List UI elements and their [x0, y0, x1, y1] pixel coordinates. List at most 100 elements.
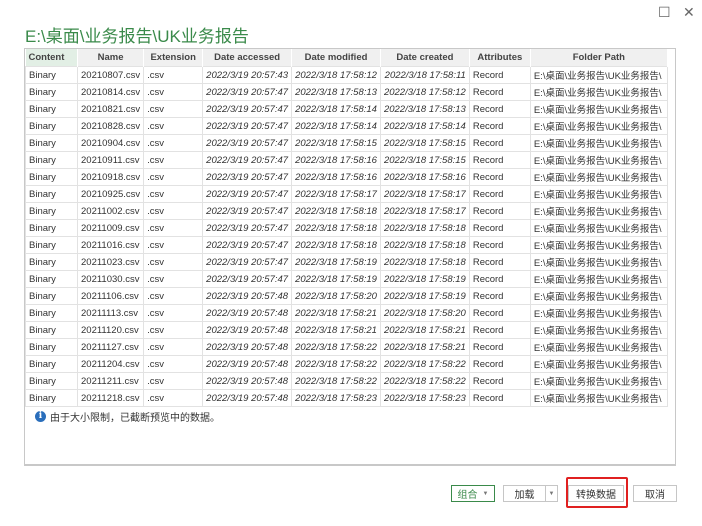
- cell-date-modified[interactable]: 2022/3/18 17:58:22: [291, 338, 381, 356]
- cell-name[interactable]: 20210807.csv: [76, 66, 145, 84]
- cell-extension[interactable]: .csv: [143, 202, 204, 220]
- cell-date-modified[interactable]: 2022/3/18 17:58:16: [291, 168, 381, 186]
- cell-extension[interactable]: .csv: [143, 219, 204, 237]
- cancel-button[interactable]: 取消: [633, 485, 677, 502]
- cell-attributes[interactable]: Record: [468, 202, 531, 220]
- cell-date-created[interactable]: 2022/3/18 17:58:19: [379, 270, 470, 288]
- cell-folder-path[interactable]: E:\桌面\业务报告\UK业务报告\: [529, 270, 668, 288]
- cell-name[interactable]: 20211009.csv: [76, 219, 145, 237]
- cell-content[interactable]: Binary: [25, 219, 78, 237]
- cell-attributes[interactable]: Record: [468, 355, 531, 373]
- cell-content[interactable]: Binary: [25, 304, 78, 322]
- cell-date-modified[interactable]: 2022/3/18 17:58:16: [291, 151, 381, 169]
- cell-extension[interactable]: .csv: [143, 389, 204, 407]
- cell-name[interactable]: 20210821.csv: [76, 100, 145, 118]
- cell-date-accessed[interactable]: 2022/3/19 20:57:47: [202, 134, 293, 152]
- cell-folder-path[interactable]: E:\桌面\业务报告\UK业务报告\: [529, 253, 668, 271]
- cell-folder-path[interactable]: E:\桌面\业务报告\UK业务报告\: [529, 117, 668, 135]
- cell-folder-path[interactable]: E:\桌面\业务报告\UK业务报告\: [529, 168, 668, 186]
- cell-attributes[interactable]: Record: [468, 270, 531, 288]
- cell-content[interactable]: Binary: [25, 100, 78, 118]
- cell-date-created[interactable]: 2022/3/18 17:58:17: [379, 185, 470, 203]
- cell-attributes[interactable]: Record: [468, 304, 531, 322]
- cell-attributes[interactable]: Record: [468, 236, 531, 254]
- cell-name[interactable]: 20210904.csv: [76, 134, 145, 152]
- cell-extension[interactable]: .csv: [143, 151, 204, 169]
- cell-date-modified[interactable]: 2022/3/18 17:58:21: [291, 321, 381, 339]
- load-dropdown-button[interactable]: ▼: [545, 485, 558, 502]
- cell-date-accessed[interactable]: 2022/3/19 20:57:48: [202, 372, 293, 390]
- cell-date-accessed[interactable]: 2022/3/19 20:57:47: [202, 83, 293, 101]
- cell-date-created[interactable]: 2022/3/18 17:58:21: [379, 321, 470, 339]
- cell-attributes[interactable]: Record: [468, 117, 531, 135]
- cell-extension[interactable]: .csv: [143, 185, 204, 203]
- cell-attributes[interactable]: Record: [468, 185, 531, 203]
- cell-date-modified[interactable]: 2022/3/18 17:58:14: [291, 100, 381, 118]
- cell-folder-path[interactable]: E:\桌面\业务报告\UK业务报告\: [529, 321, 668, 339]
- cell-date-modified[interactable]: 2022/3/18 17:58:19: [291, 253, 381, 271]
- cell-name[interactable]: 20211106.csv: [76, 287, 145, 305]
- maximize-icon[interactable]: ☐: [658, 4, 671, 21]
- cell-date-accessed[interactable]: 2022/3/19 20:57:47: [202, 168, 293, 186]
- cell-name[interactable]: 20211218.csv: [76, 389, 145, 407]
- cell-extension[interactable]: .csv: [143, 304, 204, 322]
- cell-date-created[interactable]: 2022/3/18 17:58:17: [379, 202, 470, 220]
- cell-name[interactable]: 20211113.csv: [76, 304, 145, 322]
- cell-extension[interactable]: .csv: [143, 287, 204, 305]
- cell-folder-path[interactable]: E:\桌面\业务报告\UK业务报告\: [529, 66, 668, 84]
- cell-name[interactable]: 20210828.csv: [76, 117, 145, 135]
- cell-name[interactable]: 20210911.csv: [76, 151, 145, 169]
- cell-content[interactable]: Binary: [25, 355, 78, 373]
- cell-date-modified[interactable]: 2022/3/18 17:58:22: [291, 372, 381, 390]
- cell-name[interactable]: 20211120.csv: [76, 321, 145, 339]
- cell-folder-path[interactable]: E:\桌面\业务报告\UK业务报告\: [529, 389, 668, 407]
- column-header-folder-path[interactable]: Folder Path: [530, 49, 668, 67]
- cell-content[interactable]: Binary: [25, 253, 78, 271]
- cell-date-modified[interactable]: 2022/3/18 17:58:20: [291, 287, 381, 305]
- cell-name[interactable]: 20210814.csv: [76, 83, 145, 101]
- cell-date-modified[interactable]: 2022/3/18 17:58:19: [291, 270, 381, 288]
- cell-attributes[interactable]: Record: [468, 151, 531, 169]
- cell-content[interactable]: Binary: [25, 236, 78, 254]
- cell-date-modified[interactable]: 2022/3/18 17:58:12: [291, 66, 381, 84]
- close-icon[interactable]: ✕: [683, 4, 695, 21]
- cell-name[interactable]: 20211211.csv: [76, 372, 145, 390]
- cell-date-modified[interactable]: 2022/3/18 17:58:18: [291, 202, 381, 220]
- cell-content[interactable]: Binary: [25, 117, 78, 135]
- cell-content[interactable]: Binary: [25, 372, 78, 390]
- cell-extension[interactable]: .csv: [143, 236, 204, 254]
- cell-date-created[interactable]: 2022/3/18 17:58:18: [379, 219, 470, 237]
- cell-date-accessed[interactable]: 2022/3/19 20:57:47: [202, 202, 293, 220]
- cell-date-created[interactable]: 2022/3/18 17:58:13: [379, 100, 470, 118]
- cell-date-created[interactable]: 2022/3/18 17:58:18: [379, 236, 470, 254]
- cell-folder-path[interactable]: E:\桌面\业务报告\UK业务报告\: [529, 219, 668, 237]
- cell-folder-path[interactable]: E:\桌面\业务报告\UK业务报告\: [529, 338, 668, 356]
- cell-content[interactable]: Binary: [25, 83, 78, 101]
- cell-attributes[interactable]: Record: [468, 389, 531, 407]
- cell-date-created[interactable]: 2022/3/18 17:58:22: [379, 355, 470, 373]
- cell-name[interactable]: 20211204.csv: [76, 355, 145, 373]
- cell-date-created[interactable]: 2022/3/18 17:58:12: [379, 83, 470, 101]
- cell-date-created[interactable]: 2022/3/18 17:58:18: [379, 253, 470, 271]
- cell-attributes[interactable]: Record: [468, 321, 531, 339]
- cell-date-modified[interactable]: 2022/3/18 17:58:15: [291, 134, 381, 152]
- cell-folder-path[interactable]: E:\桌面\业务报告\UK业务报告\: [529, 134, 668, 152]
- cell-extension[interactable]: .csv: [143, 270, 204, 288]
- cell-content[interactable]: Binary: [25, 270, 78, 288]
- cell-date-created[interactable]: 2022/3/18 17:58:20: [379, 304, 470, 322]
- cell-date-modified[interactable]: 2022/3/18 17:58:23: [291, 389, 381, 407]
- cell-date-accessed[interactable]: 2022/3/19 20:57:47: [202, 253, 293, 271]
- column-header-name[interactable]: Name: [77, 49, 145, 67]
- combine-button[interactable]: 组合 ▼: [451, 485, 495, 502]
- cell-folder-path[interactable]: E:\桌面\业务报告\UK业务报告\: [529, 83, 668, 101]
- cell-name[interactable]: 20210918.csv: [76, 168, 145, 186]
- load-button[interactable]: 加载: [503, 485, 546, 502]
- cell-attributes[interactable]: Record: [468, 66, 531, 84]
- cell-date-created[interactable]: 2022/3/18 17:58:15: [379, 151, 470, 169]
- cell-extension[interactable]: .csv: [143, 338, 204, 356]
- cell-attributes[interactable]: Record: [468, 253, 531, 271]
- cell-date-created[interactable]: 2022/3/18 17:58:14: [379, 117, 470, 135]
- cell-content[interactable]: Binary: [25, 66, 78, 84]
- cell-folder-path[interactable]: E:\桌面\业务报告\UK业务报告\: [529, 372, 668, 390]
- column-header-attributes[interactable]: Attributes: [469, 49, 531, 67]
